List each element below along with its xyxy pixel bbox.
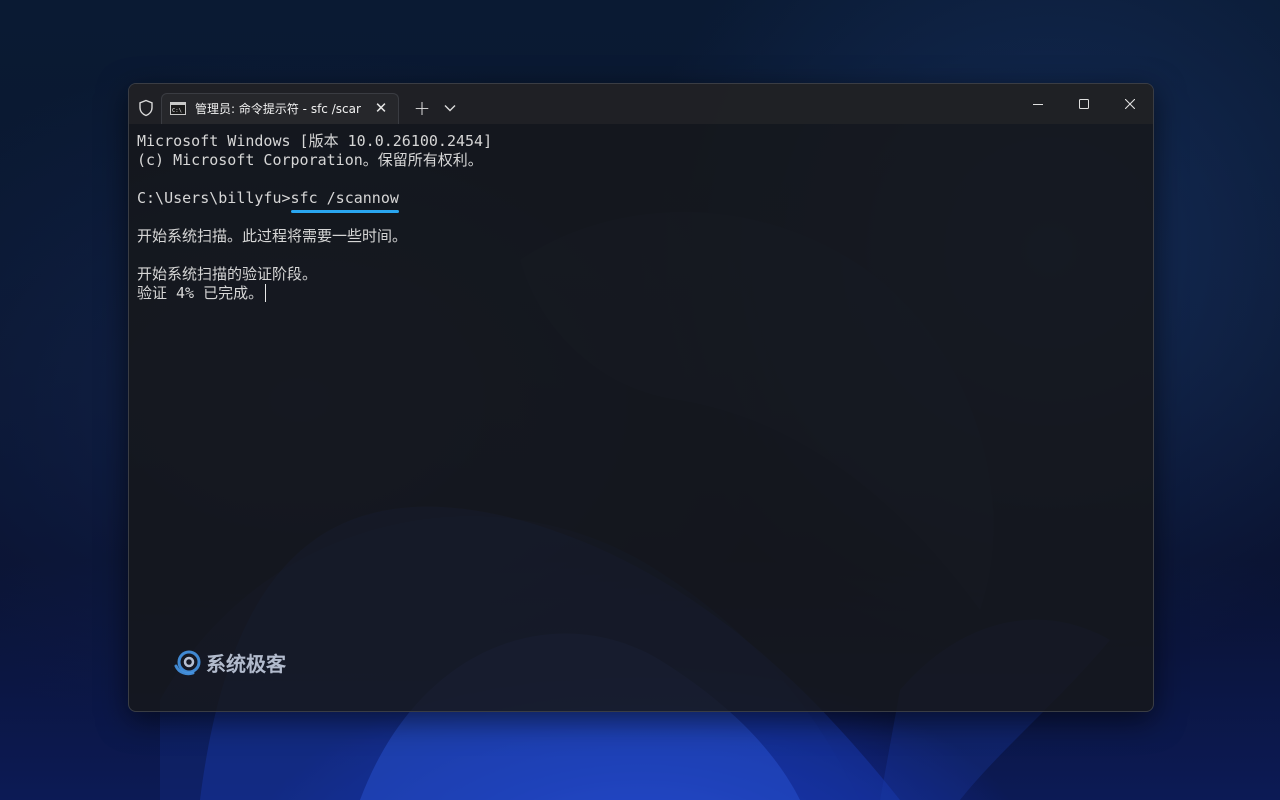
new-tab-button[interactable]: + — [411, 97, 433, 119]
watermark-text: 系统极客 — [206, 651, 286, 676]
tab-command-prompt[interactable]: C:\ 管理员: 命令提示符 - sfc /scar ✕ — [161, 93, 399, 124]
console-progress-line: 验证 4% 已完成。 — [137, 284, 1142, 303]
prompt-line: C:\Users\billyfu>sfc /scannow — [137, 189, 1142, 213]
console-line: 开始系统扫描的验证阶段。 — [137, 265, 318, 283]
svg-text:C:\: C:\ — [172, 108, 182, 114]
command-highlight-underline — [290, 210, 399, 213]
chevron-down-icon[interactable] — [441, 100, 459, 116]
console-line: Microsoft Windows [版本 10.0.26100.2454] — [137, 132, 493, 150]
console-line: (c) Microsoft Corporation。保留所有权利。 — [137, 151, 483, 169]
console-line: 开始系统扫描。此过程将需要一些时间。 — [137, 227, 408, 245]
minimize-button[interactable] — [1015, 84, 1061, 124]
cmd-icon: C:\ — [170, 102, 186, 115]
tab-title: 管理员: 命令提示符 - sfc /scar — [195, 102, 361, 116]
prompt-path: C:\Users\billyfu> — [137, 189, 291, 207]
command-value: sfc /scannow — [290, 189, 399, 207]
maximize-icon — [1079, 99, 1089, 109]
title-bar[interactable]: C:\ 管理员: 命令提示符 - sfc /scar ✕ + — [129, 84, 1153, 124]
shield-icon — [139, 99, 153, 117]
close-window-button[interactable] — [1107, 84, 1153, 124]
tab-close-button[interactable]: ✕ — [371, 98, 391, 118]
terminal-window: C:\ 管理员: 命令提示符 - sfc /scar ✕ + Microsoft… — [128, 83, 1154, 712]
maximize-button[interactable] — [1061, 84, 1107, 124]
console-line: 验证 4% 已完成。 — [137, 284, 264, 302]
watermark: 系统极客 — [173, 648, 286, 676]
command-text: sfc /scannow — [290, 189, 399, 213]
text-cursor — [265, 284, 267, 302]
console-output[interactable]: Microsoft Windows [版本 10.0.26100.2454] (… — [137, 132, 1142, 303]
watermark-logo-icon — [174, 650, 201, 676]
close-icon — [1125, 99, 1135, 109]
minimize-icon — [1033, 104, 1043, 105]
